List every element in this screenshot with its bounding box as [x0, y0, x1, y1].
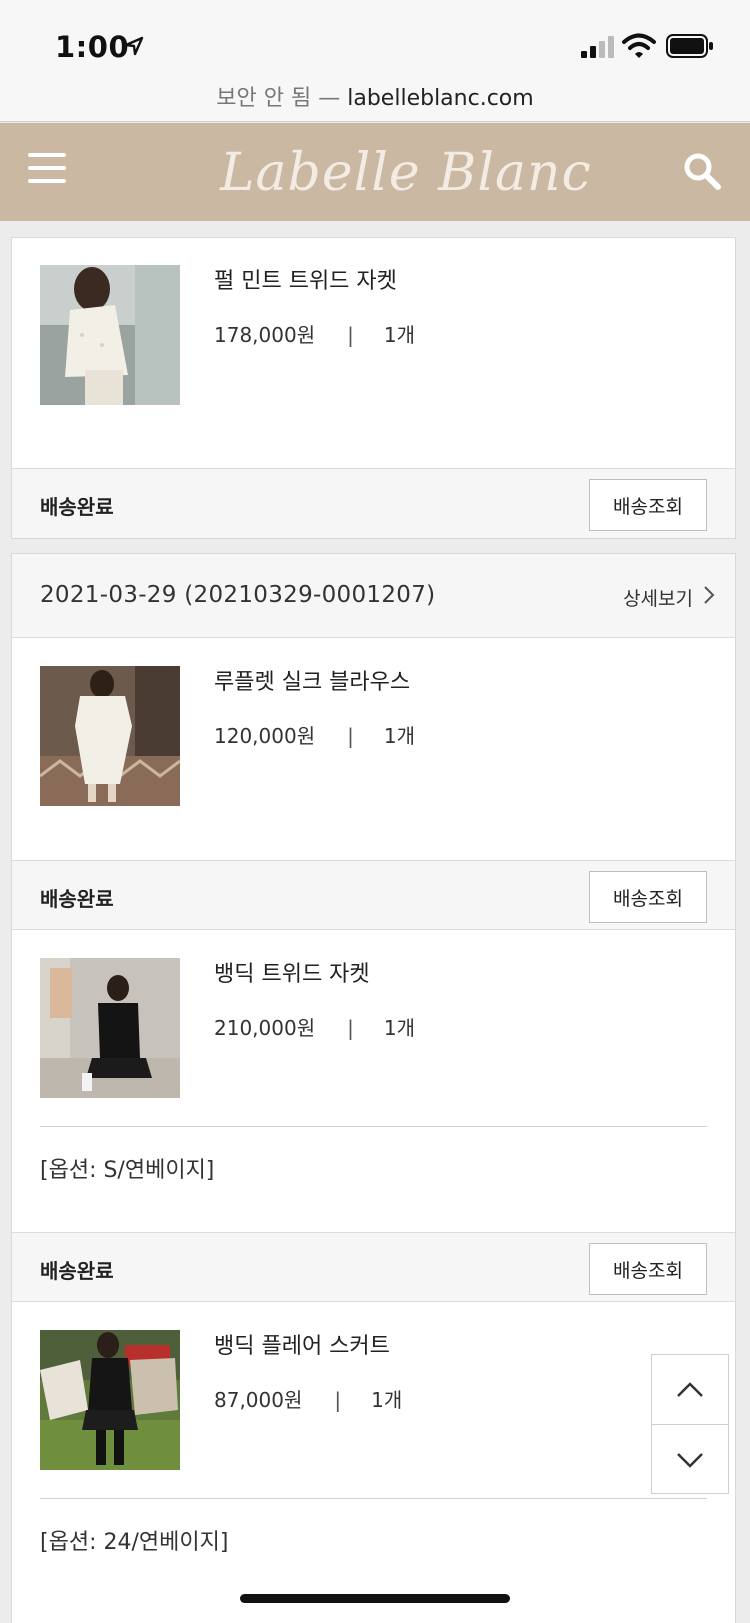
domain-text: labelleblanc.com	[347, 86, 534, 111]
delivery-status: 배송완료	[40, 1259, 114, 1283]
product-name[interactable]: 펄 민트 트위드 자켓	[214, 263, 397, 295]
address-bar[interactable]: 보안 안 됨 — labelleblanc.com	[0, 80, 750, 112]
site-logo[interactable]: Labelle Blanc	[220, 143, 592, 203]
status-bar: 1:00 보안 안 됨 — labelleblanc.com	[0, 0, 750, 122]
divider	[40, 1498, 707, 1499]
product-price: 120,000원	[214, 724, 316, 748]
product-qty: 1개	[383, 724, 415, 748]
product-qty: 1개	[371, 1388, 403, 1412]
product-price: 178,000원	[214, 323, 316, 347]
insecure-label: 보안 안 됨 —	[216, 86, 341, 111]
product-price-qty: 120,000원 | 1개	[214, 720, 415, 749]
track-delivery-button[interactable]: 배송조회	[589, 1243, 707, 1295]
product-thumbnail[interactable]	[40, 666, 180, 806]
delivery-status-row: 배송완료 배송조회	[12, 1232, 735, 1302]
track-delivery-button[interactable]: 배송조회	[589, 871, 707, 923]
chevron-down-icon	[677, 1453, 703, 1468]
scroll-bottom-button[interactable]	[652, 1425, 728, 1495]
chevron-up-icon	[677, 1381, 703, 1397]
hamburger-menu-icon[interactable]	[28, 153, 66, 187]
product-name[interactable]: 뱅딕 플레어 스커트	[214, 1328, 390, 1360]
delivery-status-row: 배송완료 배송조회	[12, 468, 735, 538]
product-name[interactable]: 뱅딕 트위드 자켓	[214, 956, 370, 988]
home-indicator	[240, 1594, 510, 1603]
search-icon[interactable]	[682, 151, 722, 191]
product-thumbnail[interactable]	[40, 958, 180, 1098]
divider	[40, 1126, 707, 1127]
product-price-qty: 87,000원 | 1개	[214, 1384, 402, 1413]
order-card: 펄 민트 트위드 자켓 178,000원 | 1개 배송완료 배송조회	[11, 237, 736, 539]
product-thumbnail[interactable]	[40, 265, 180, 405]
product-qty: 1개	[383, 323, 415, 347]
wifi-icon	[622, 33, 656, 58]
product-price-qty: 210,000원 | 1개	[214, 1012, 415, 1041]
product-thumbnail[interactable]	[40, 1330, 180, 1470]
clock: 1:00	[55, 30, 130, 64]
separator: |	[347, 724, 354, 748]
product-price: 87,000원	[214, 1388, 303, 1412]
product-price-qty: 178,000원 | 1개	[214, 319, 415, 348]
location-arrow-icon	[124, 36, 144, 56]
delivery-status: 배송완료	[40, 495, 114, 519]
cellular-signal-icon	[581, 36, 614, 58]
battery-icon	[666, 34, 713, 58]
scroll-control	[651, 1354, 729, 1494]
product-option: [옵션: 24/연베이지]	[40, 1530, 229, 1555]
product-qty: 1개	[383, 1016, 415, 1040]
order-card: 2021-03-29 (20210329-0001207) 상세보기 루플렛 실…	[11, 553, 736, 1623]
order-header: 2021-03-29 (20210329-0001207) 상세보기	[12, 554, 735, 638]
delivery-status: 배송완료	[40, 887, 114, 911]
scroll-top-button[interactable]	[652, 1355, 728, 1425]
chevron-right-icon	[703, 585, 715, 610]
site-header: Labelle Blanc	[0, 123, 750, 221]
delivery-status-row: 배송완료 배송조회	[12, 860, 735, 930]
product-name[interactable]: 루플렛 실크 블라우스	[214, 664, 410, 696]
product-option: [옵션: S/연베이지]	[40, 1158, 215, 1183]
order-detail-link[interactable]: 상세보기	[623, 584, 715, 611]
track-delivery-button[interactable]: 배송조회	[589, 479, 707, 531]
separator: |	[347, 1016, 354, 1040]
detail-label: 상세보기	[623, 588, 693, 610]
separator: |	[347, 323, 354, 347]
product-price: 210,000원	[214, 1016, 316, 1040]
separator: |	[334, 1388, 342, 1412]
order-date-number: 2021-03-29 (20210329-0001207)	[40, 582, 436, 608]
